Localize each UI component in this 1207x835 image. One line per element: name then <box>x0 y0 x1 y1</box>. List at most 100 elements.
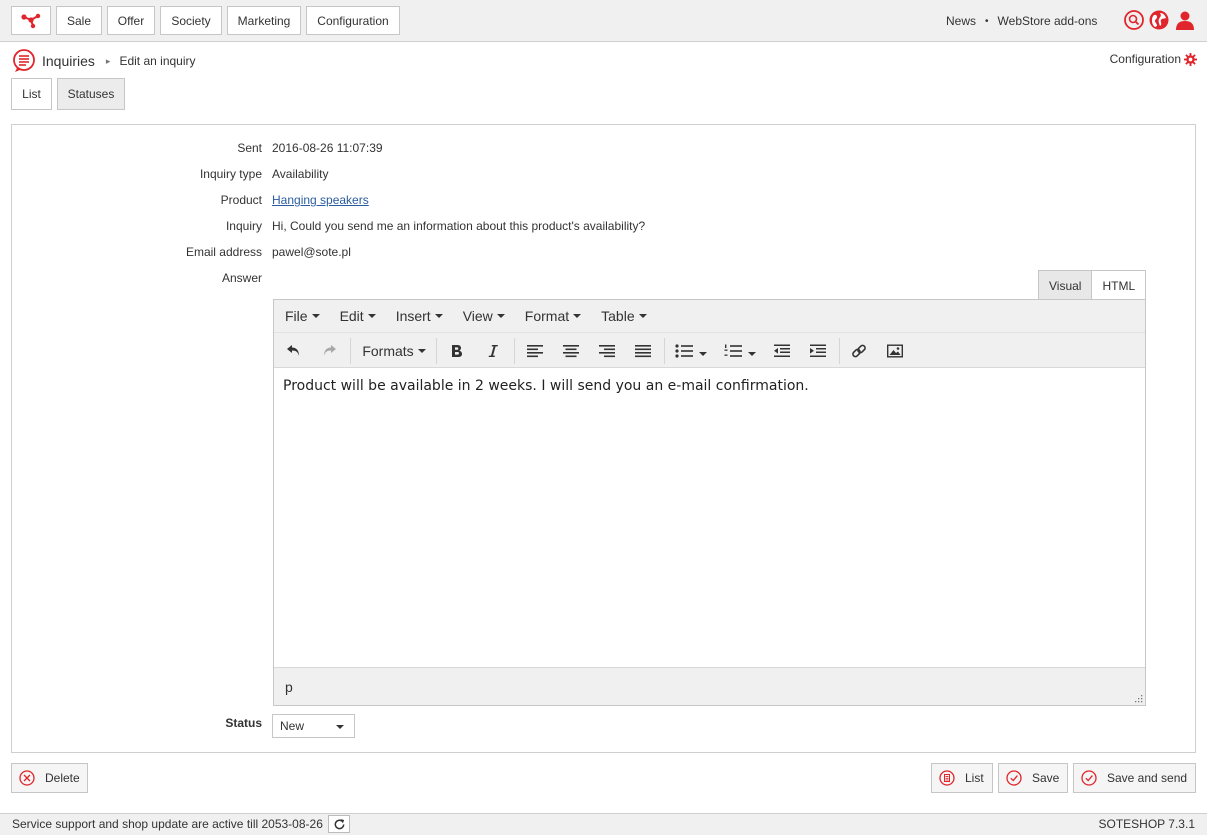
menu-view[interactable]: View <box>463 308 505 324</box>
answer-rich-text-editor: File Edit Insert View Format Table Forma… <box>273 299 1146 706</box>
menu-edit-label: Edit <box>339 308 364 324</box>
align-left-icon <box>527 345 543 358</box>
status-label: Status <box>225 716 262 730</box>
redo-icon <box>324 345 336 356</box>
sent-value: 2016-08-26 11:07:39 <box>272 141 383 155</box>
nav-configuration[interactable]: Configuration <box>306 6 400 35</box>
menu-format-label: Format <box>524 308 570 324</box>
product-label: Product <box>220 193 262 207</box>
menu-file[interactable]: File <box>285 308 320 324</box>
align-center-button[interactable] <box>560 340 582 362</box>
nav-separator: • <box>985 15 989 27</box>
save-and-send-button-label: Save and send <box>1107 771 1188 785</box>
resize-handle-icon[interactable] <box>1133 693 1143 703</box>
inquiry-type-value: Availability <box>272 167 329 181</box>
numbered-list-button[interactable] <box>721 340 759 362</box>
search-icon[interactable] <box>1124 10 1144 30</box>
save-and-send-button[interactable]: Save and send <box>1073 763 1196 793</box>
outdent-button[interactable] <box>771 340 793 362</box>
undo-icon <box>287 345 299 356</box>
menu-view-label: View <box>462 308 493 324</box>
nav-offer[interactable]: Offer <box>107 6 155 35</box>
refresh-button[interactable] <box>328 815 350 833</box>
webstore-addons-link[interactable]: WebStore add-ons <box>998 14 1098 28</box>
align-center-icon <box>563 345 579 358</box>
breadcrumb-inquiries-link[interactable]: Inquiries <box>42 53 95 69</box>
menu-insert[interactable]: Insert <box>396 308 443 324</box>
version-label: SOTESHOP 7.3.1 <box>1098 817 1196 831</box>
user-account-icon[interactable] <box>1175 10 1195 30</box>
formats-dropdown[interactable]: Formats <box>361 340 427 362</box>
justify-icon <box>635 345 651 358</box>
italic-button[interactable] <box>482 340 504 362</box>
italic-icon <box>488 345 498 357</box>
justify-button[interactable] <box>632 340 654 362</box>
globe-icon[interactable] <box>1149 10 1169 30</box>
bold-icon <box>452 345 462 357</box>
undo-button[interactable] <box>283 340 305 362</box>
tab-html[interactable]: HTML <box>1092 270 1147 300</box>
logo-icon <box>21 13 41 28</box>
email-label: Email address <box>185 245 262 259</box>
indent-icon <box>810 344 826 357</box>
align-left-button[interactable] <box>524 340 546 362</box>
menu-insert-label: Insert <box>395 308 431 324</box>
tab-list[interactable]: List <box>11 78 52 110</box>
bullet-list-icon <box>675 344 693 358</box>
bold-button[interactable] <box>446 340 468 362</box>
save-button[interactable]: Save <box>998 763 1068 793</box>
status-select-value: New <box>280 719 305 733</box>
tab-visual[interactable]: Visual <box>1038 270 1093 300</box>
top-navigation-bar: Sale Offer Society Marketing Configurati… <box>0 0 1207 42</box>
support-status-text: Service support and shop update are acti… <box>12 817 323 831</box>
delete-button-label: Delete <box>45 771 80 785</box>
answer-text: Product will be available in 2 weeks. I … <box>283 378 809 394</box>
product-link[interactable]: Hanging speakers <box>272 193 369 207</box>
align-right-button[interactable] <box>596 340 618 362</box>
delete-button[interactable]: Delete <box>11 763 88 793</box>
home-logo-button[interactable] <box>11 6 51 35</box>
menu-edit[interactable]: Edit <box>340 308 376 324</box>
status-select[interactable]: New <box>272 714 355 738</box>
editor-toolbar: Formats <box>274 333 1145 368</box>
align-right-icon <box>599 345 615 358</box>
news-link[interactable]: News <box>946 14 976 28</box>
inquiry-type-label: Inquiry type <box>199 167 262 181</box>
menu-table[interactable]: Table <box>601 308 647 324</box>
inquiries-chat-icon <box>13 49 35 72</box>
outdent-icon <box>774 344 790 357</box>
list-button[interactable]: List <box>931 763 993 793</box>
list-doc-icon <box>939 770 955 786</box>
nav-society[interactable]: Society <box>160 6 222 35</box>
breadcrumb-separator: ▸ <box>105 55 111 66</box>
numbered-list-icon <box>724 344 742 357</box>
inquiry-value: Hi, Could you send me an information abo… <box>272 219 646 233</box>
indent-button[interactable] <box>807 340 829 362</box>
inquiry-label: Inquiry <box>225 219 262 233</box>
save-check-circle-icon <box>1006 770 1022 786</box>
inquiry-form-panel: Sent 2016-08-26 11:07:39 Inquiry type Av… <box>11 124 1196 753</box>
email-value: pawel@sote.pl <box>272 245 351 259</box>
menu-format[interactable]: Format <box>524 308 582 324</box>
editor-content-area[interactable]: Product will be available in 2 weeks. I … <box>274 368 1145 668</box>
answer-label: Answer <box>221 271 262 285</box>
insert-image-button[interactable] <box>884 340 906 362</box>
tab-statuses[interactable]: Statuses <box>57 78 125 110</box>
link-icon <box>852 344 866 358</box>
editor-menubar: File Edit Insert View Format Table <box>274 300 1145 333</box>
redo-button[interactable] <box>318 340 340 362</box>
element-path[interactable]: p <box>285 679 293 695</box>
formats-label: Formats <box>362 343 414 359</box>
gear-icon <box>1184 52 1197 66</box>
sent-label: Sent <box>237 141 262 155</box>
bullet-list-button[interactable] <box>672 340 710 362</box>
editor-mode-tabs: Visual HTML <box>1038 270 1147 300</box>
editor-statusbar: p <box>274 667 1145 705</box>
configuration-link[interactable]: Configuration <box>1110 52 1197 66</box>
delete-x-circle-icon <box>19 770 35 786</box>
insert-link-button[interactable] <box>848 340 870 362</box>
nav-marketing[interactable]: Marketing <box>227 6 301 35</box>
image-icon <box>887 344 903 358</box>
nav-sale[interactable]: Sale <box>56 6 102 35</box>
footer-bar: Service support and shop update are acti… <box>0 813 1207 835</box>
